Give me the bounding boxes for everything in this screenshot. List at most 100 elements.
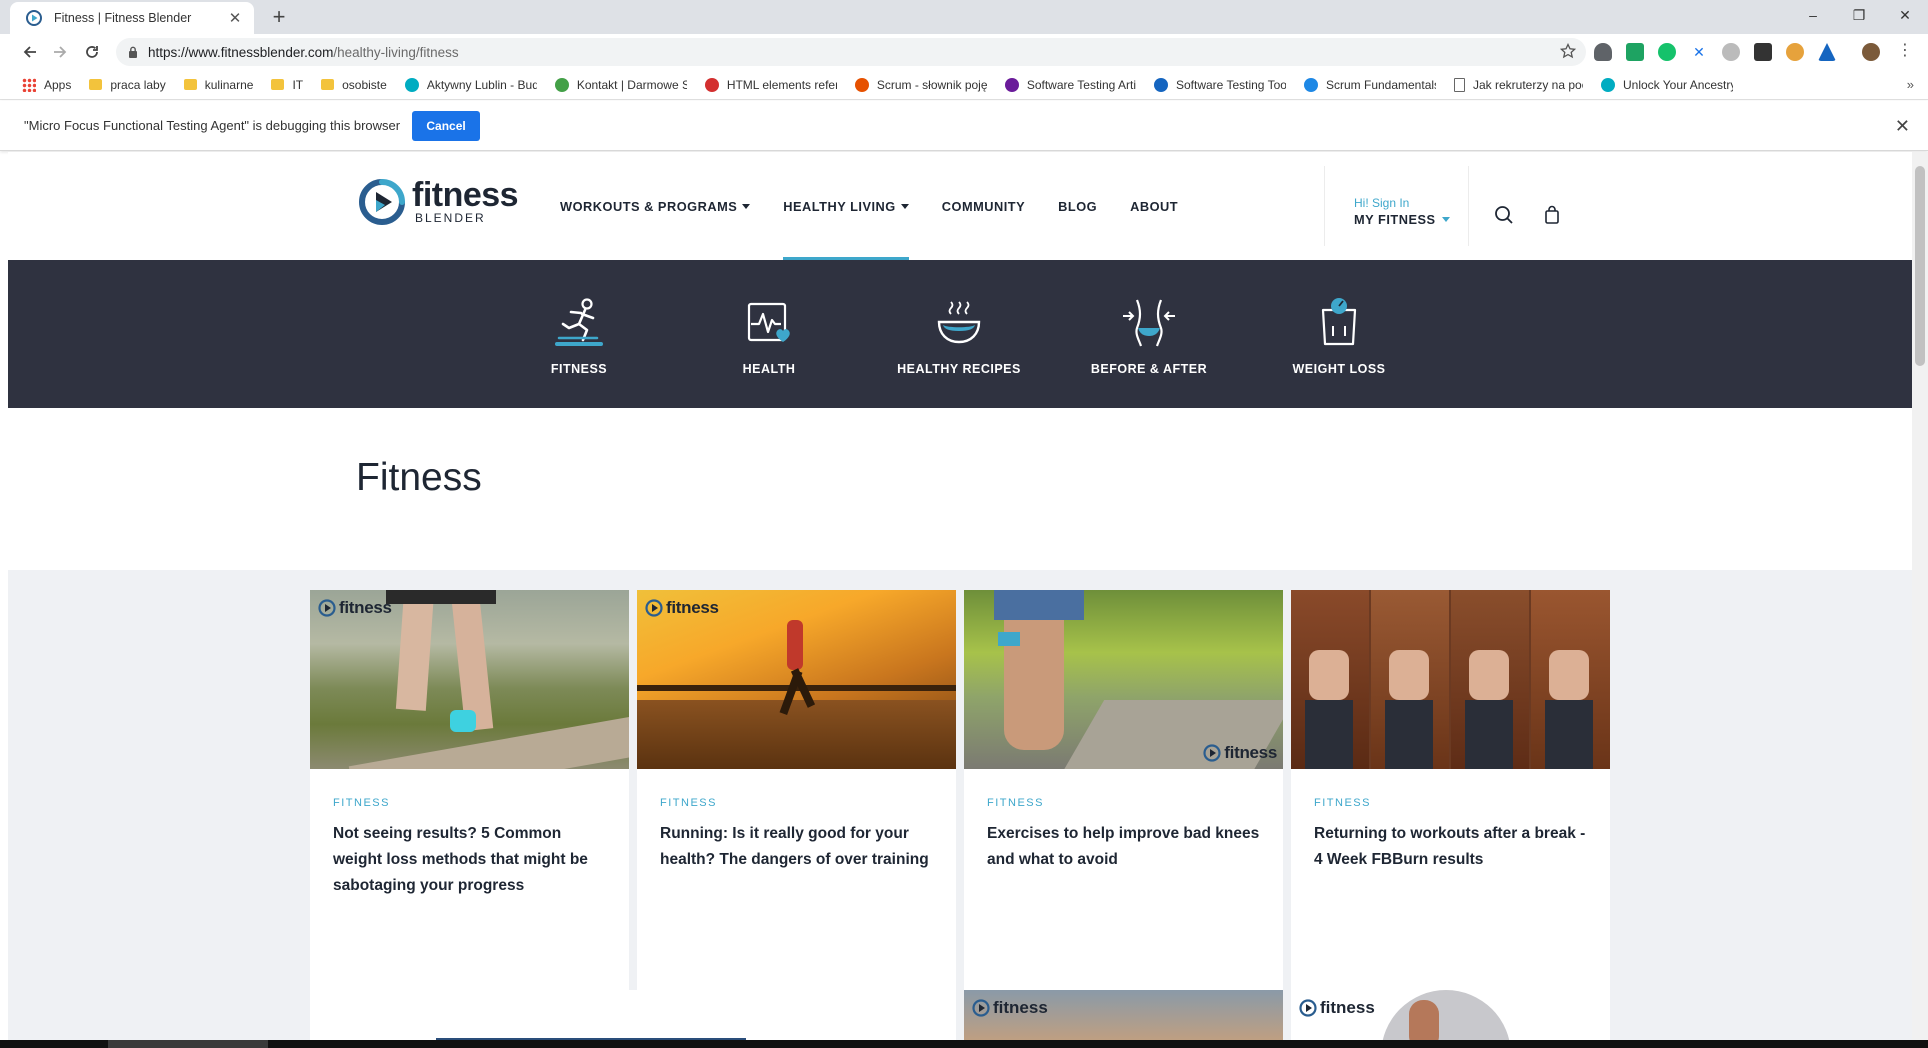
scrollbar-thumb[interactable] bbox=[1915, 166, 1925, 366]
article-image-knee-pain: fitness bbox=[964, 590, 1283, 769]
cancel-debugging-button[interactable]: Cancel bbox=[412, 110, 481, 141]
search-icon[interactable] bbox=[1494, 205, 1514, 230]
article-category[interactable]: FITNESS bbox=[660, 797, 933, 809]
cross-extension-icon[interactable]: ✕ bbox=[1690, 43, 1708, 61]
bookmarks-bar: Apps praca laby kulinarne IT osobiste Aktywny… bbox=[0, 70, 1928, 100]
bookmark-item[interactable]: Software Testing Too bbox=[1153, 77, 1286, 92]
article-card[interactable]: fitness FITNESS Running: Is it really go… bbox=[637, 590, 956, 990]
my-fitness-label: MY FITNESS bbox=[1354, 212, 1436, 227]
bookmark-item[interactable]: osobiste bbox=[321, 78, 387, 92]
article-title[interactable]: Running: Is it really good for your heal… bbox=[660, 821, 933, 873]
bookmark-item[interactable]: Scrum - słownik poję bbox=[854, 77, 987, 92]
article-card[interactable]: fitness FITNESS Not seeing results? 5 Co… bbox=[310, 590, 629, 990]
apps-grid-icon bbox=[22, 77, 36, 92]
article-card[interactable]: fitness FITNESS Exercises to help improv… bbox=[964, 590, 1283, 990]
address-bar[interactable]: https://www.fitnessblender.com/healthy-l… bbox=[116, 38, 1586, 66]
article-category[interactable]: FITNESS bbox=[333, 797, 606, 809]
bookmark-item[interactable]: kulinarne bbox=[183, 78, 253, 92]
close-window-button[interactable]: ✕ bbox=[1882, 0, 1928, 30]
article-image bbox=[1381, 990, 1511, 1040]
reload-icon bbox=[86, 46, 98, 58]
page-scrollbar[interactable] bbox=[1912, 152, 1928, 1040]
fitness-blender-logo[interactable]: fitness BLENDER bbox=[358, 178, 519, 226]
bookmark-item[interactable]: Aktywny Lublin - Bud bbox=[404, 77, 537, 92]
browser-tab[interactable]: Fitness | Fitness Blender ✕ bbox=[10, 2, 254, 34]
site-icon bbox=[1600, 77, 1615, 92]
sign-in-link[interactable]: Hi! Sign In bbox=[1354, 196, 1450, 210]
bookmark-item[interactable]: Software Testing Arti bbox=[1004, 77, 1136, 92]
chevron-down-icon bbox=[1441, 217, 1450, 222]
bookmark-label: IT bbox=[292, 77, 304, 92]
healthy-living-category-band: FITNESS HEALTH HEALTHY RECIPES BEFORE & … bbox=[8, 260, 1912, 408]
article-title[interactable]: Exercises to help improve bad knees and … bbox=[987, 821, 1260, 873]
bookmarks-overflow-button[interactable]: » bbox=[1907, 77, 1914, 92]
taskbar-item[interactable] bbox=[108, 1040, 268, 1048]
bookmark-item[interactable]: HTML elements refer bbox=[704, 77, 837, 92]
tab-close-icon[interactable]: ✕ bbox=[226, 9, 244, 27]
category-healthy-recipes[interactable]: HEALTHY RECIPES bbox=[884, 260, 1034, 408]
article-title[interactable]: Not seeing results? 5 Common weight loss… bbox=[333, 821, 606, 899]
nav-item-blog[interactable]: BLOG bbox=[1058, 152, 1097, 260]
shopping-bag-icon[interactable] bbox=[1544, 205, 1560, 230]
profile-avatar-icon[interactable] bbox=[1862, 43, 1880, 61]
triangle-extension-icon[interactable] bbox=[1818, 43, 1836, 61]
grammarly-extension-icon[interactable] bbox=[1658, 43, 1676, 61]
bookmark-label: Aktywny Lublin - Bud bbox=[426, 77, 537, 92]
bookmark-label: osobiste bbox=[342, 77, 387, 92]
article-image-runner-pier: fitness bbox=[637, 590, 956, 769]
nav-item-healthy-living[interactable]: HEALTHY LIVING bbox=[783, 152, 910, 260]
nav-item-community[interactable]: COMMUNITY bbox=[942, 152, 1025, 260]
reload-button[interactable] bbox=[80, 40, 104, 64]
article-card[interactable]: FITNESS Returning to workouts after a br… bbox=[1291, 590, 1610, 990]
browser-toolbar: https://www.fitnessblender.com/healthy-l… bbox=[0, 34, 1928, 70]
category-before-after[interactable]: BEFORE & AFTER bbox=[1074, 260, 1224, 408]
restore-button[interactable]: ❐ bbox=[1836, 0, 1882, 30]
article-category[interactable]: FITNESS bbox=[1314, 797, 1587, 809]
bookmark-item[interactable]: Unlock Your Ancestry bbox=[1600, 77, 1733, 92]
bookmark-label: Jak rekruterzy na poc bbox=[1472, 77, 1583, 92]
site-icon bbox=[554, 77, 569, 92]
green-extension-icon[interactable] bbox=[1626, 43, 1644, 61]
infobar-close-icon[interactable]: ✕ bbox=[1895, 116, 1910, 137]
site-icon bbox=[1004, 77, 1019, 92]
fitness-blender-favicon bbox=[26, 10, 42, 26]
back-button[interactable] bbox=[18, 40, 42, 64]
new-tab-button[interactable]: + bbox=[268, 6, 290, 28]
bookmark-item[interactable]: Jak rekruterzy na poc bbox=[1453, 77, 1583, 92]
my-fitness-menu[interactable]: Hi! Sign In MY FITNESS bbox=[1354, 196, 1450, 227]
nav-item-workouts-programs[interactable]: WORKOUTS & PROGRAMS bbox=[560, 152, 751, 260]
bookmark-label: praca laby bbox=[110, 77, 166, 92]
article-card[interactable]: fitness bbox=[964, 990, 1283, 1040]
bookmark-item[interactable]: Kontakt | Darmowe S bbox=[554, 77, 687, 92]
bookmark-label: Kontakt | Darmowe S bbox=[576, 77, 687, 92]
nav-item-label: WORKOUTS & PROGRAMS bbox=[560, 198, 738, 214]
category-fitness[interactable]: FITNESS bbox=[504, 260, 654, 408]
notes-extension-icon[interactable] bbox=[1754, 43, 1772, 61]
article-card[interactable]: fitness bbox=[1291, 990, 1610, 1040]
bookmark-star-icon[interactable] bbox=[1559, 42, 1577, 64]
minimize-button[interactable]: – bbox=[1790, 0, 1836, 30]
cloud-extension-icon[interactable] bbox=[1722, 43, 1740, 61]
category-weight-loss[interactable]: WEIGHT LOSS bbox=[1264, 260, 1414, 408]
colorful-extension-icon[interactable] bbox=[1786, 43, 1804, 61]
bookmark-item[interactable]: praca laby bbox=[89, 77, 166, 92]
article-card-featured[interactable] bbox=[310, 990, 956, 1040]
forward-arrow-icon bbox=[54, 46, 67, 58]
nav-item-label: BLOG bbox=[1058, 198, 1098, 214]
chevron-down-icon bbox=[900, 203, 909, 209]
article-title[interactable]: Returning to workouts after a break - 4 … bbox=[1314, 821, 1587, 873]
nav-item-about[interactable]: ABOUT bbox=[1130, 152, 1178, 260]
bookmark-item[interactable]: Scrum Fundamentals bbox=[1303, 77, 1436, 92]
debugging-infobar: "Micro Focus Functional Testing Agent" i… bbox=[0, 101, 1928, 151]
site-icon bbox=[404, 77, 419, 92]
bookmark-label: Software Testing Arti bbox=[1026, 77, 1136, 92]
menu-kebab-icon[interactable]: ⋮ bbox=[1896, 43, 1914, 61]
folder-icon bbox=[321, 79, 335, 90]
bookmark-item[interactable]: IT bbox=[271, 78, 303, 92]
forward-button[interactable] bbox=[48, 40, 72, 64]
bookmark-item[interactable]: Apps bbox=[22, 77, 71, 92]
article-category[interactable]: FITNESS bbox=[987, 797, 1260, 809]
fitness-blender-watermark: fitness bbox=[1203, 743, 1277, 763]
shield-extension-icon[interactable] bbox=[1594, 43, 1612, 61]
category-health[interactable]: HEALTH bbox=[694, 260, 844, 408]
